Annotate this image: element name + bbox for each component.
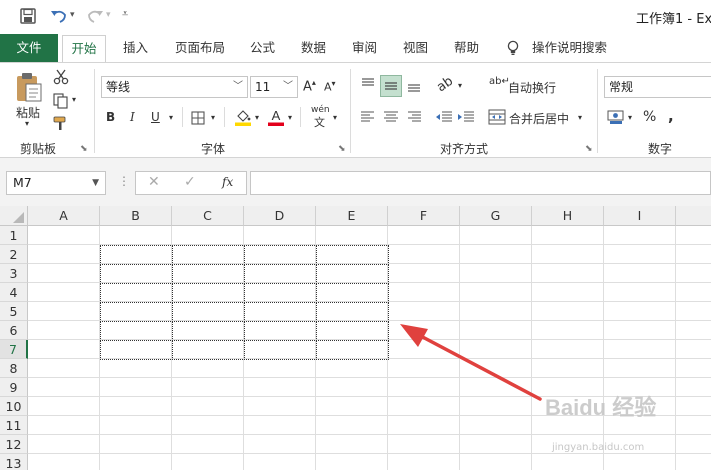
watermark-url: jingyan.baidu.com — [552, 442, 645, 453]
watermark-logo: Baidu 经验 — [545, 390, 656, 422]
watermark-text: Baidu 经验 — [545, 395, 657, 420]
